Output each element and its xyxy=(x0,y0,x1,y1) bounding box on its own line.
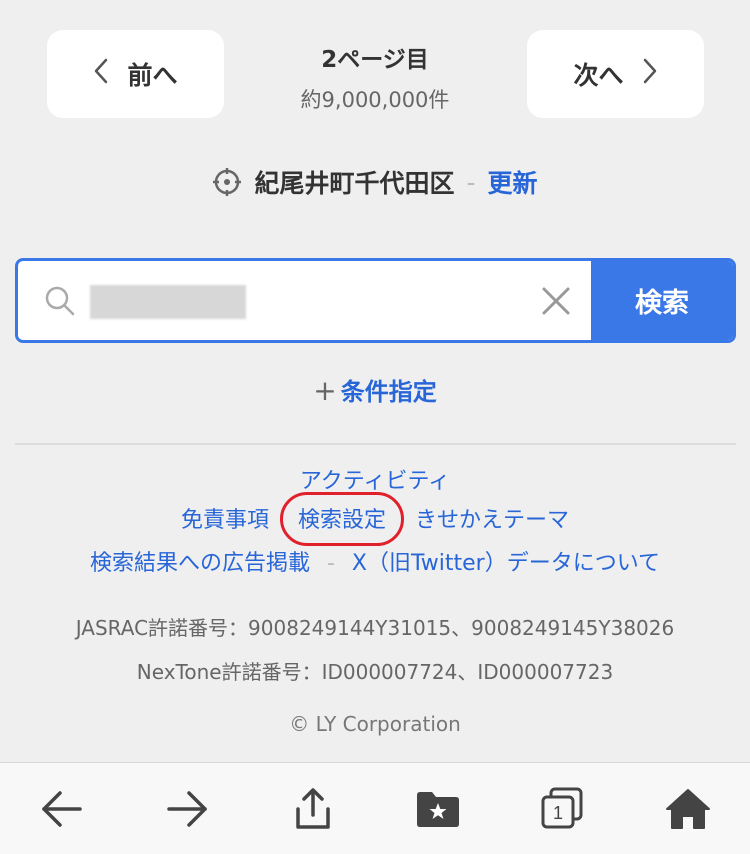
pagination: 前へ 2ページ目 約9,000,000件 次へ xyxy=(0,30,750,120)
advanced-search-link[interactable]: + 条件指定 xyxy=(0,372,750,407)
search-box: 検索 xyxy=(15,258,736,343)
disclaimer-link[interactable]: 免責事項 xyxy=(181,502,269,534)
location-separator: - xyxy=(466,167,476,197)
chevron-right-icon xyxy=(642,57,658,91)
tabs-icon[interactable]: 1 xyxy=(534,783,590,835)
ads-link[interactable]: 検索結果への広告掲載 xyxy=(90,545,310,577)
browser-toolbar: 1 xyxy=(0,762,750,854)
share-icon[interactable] xyxy=(285,783,341,835)
search-icon xyxy=(42,283,78,323)
footer-links-row-1: アクティビティ xyxy=(0,463,750,495)
page-number: 2ページ目 xyxy=(321,47,429,73)
bookmark-folder-icon[interactable] xyxy=(410,783,466,835)
chevron-left-icon xyxy=(93,57,109,91)
forward-arrow-icon[interactable] xyxy=(159,783,215,835)
result-count: 約9,000,000件 xyxy=(300,88,450,112)
location-update-link[interactable]: 更新 xyxy=(488,164,538,200)
activity-link[interactable]: アクティビティ xyxy=(300,463,450,495)
page-info: 2ページ目 約9,000,000件 xyxy=(225,40,525,114)
search-input[interactable] xyxy=(90,285,246,319)
theme-link[interactable]: きせかえテーマ xyxy=(415,502,569,534)
nextone-license: NexTone許諾番号：ID000007724、ID000007723 xyxy=(136,660,614,684)
next-page-label: 次へ xyxy=(573,61,624,90)
home-icon[interactable] xyxy=(660,783,716,835)
location-name: 紀尾井町千代田区 xyxy=(254,169,455,198)
footer-links-row-2: 免責事項 検索設定 きせかえテーマ xyxy=(0,492,750,546)
next-page-button[interactable]: 次へ xyxy=(527,30,704,118)
footer-separator: - xyxy=(326,551,335,576)
plus-icon: + xyxy=(313,374,337,407)
search-button[interactable]: 検索 xyxy=(591,261,733,340)
divider xyxy=(15,443,736,445)
prev-page-label: 前へ xyxy=(127,61,178,90)
jasrac-license: JASRAC許諾番号：9008249144Y31015、9008249145Y3… xyxy=(75,616,675,640)
x-data-link[interactable]: X（旧Twitter）データについて xyxy=(352,545,660,577)
location-bar: 紀尾井町千代田区 - 更新 xyxy=(0,162,750,202)
advanced-search-label: 条件指定 xyxy=(340,378,437,406)
clear-icon[interactable] xyxy=(538,283,574,323)
back-arrow-icon[interactable] xyxy=(34,783,90,835)
tab-count: 1 xyxy=(553,803,563,823)
search-settings-link[interactable]: 検索設定 xyxy=(279,492,405,546)
prev-page-button[interactable]: 前へ xyxy=(47,30,224,118)
location-target-icon xyxy=(212,167,242,197)
copyright: © LY Corporation xyxy=(289,712,461,736)
footer-links-row-3: 検索結果への広告掲載 - X（旧Twitter）データについて xyxy=(0,545,750,577)
